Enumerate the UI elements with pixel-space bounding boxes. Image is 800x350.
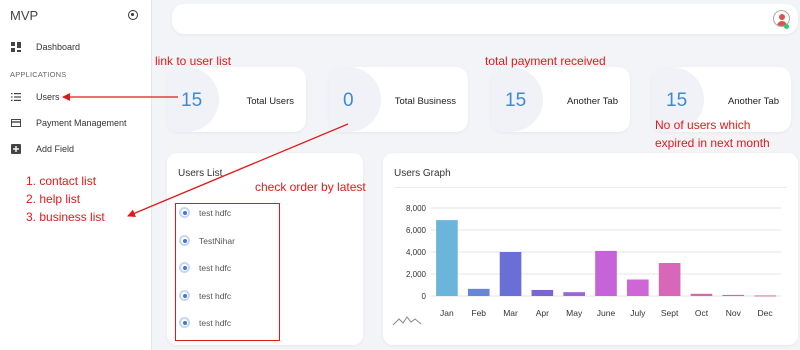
arrow-to-list-annotation — [127, 123, 349, 217]
annotation-arrows — [62, 93, 349, 217]
